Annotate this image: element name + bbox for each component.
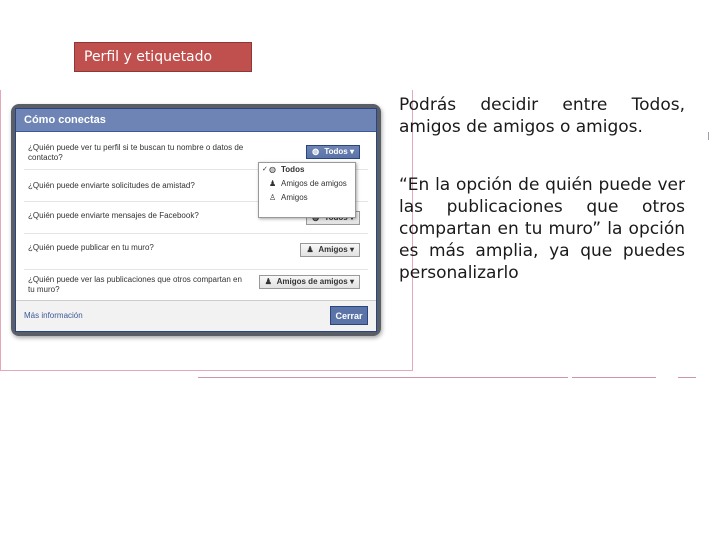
privacy-select-button[interactable]: ♟ Amigos ▾ [300, 243, 360, 257]
frame-left-line [0, 90, 1, 370]
dialog-footer: Más información Cerrar [16, 300, 376, 331]
chevron-down-icon: ▾ [349, 147, 354, 156]
divider-line [678, 377, 696, 378]
privacy-select-button[interactable]: ◍ Todos ▾ [306, 145, 360, 159]
globe-icon: ◍ [312, 147, 320, 156]
privacy-select-value: Todos [324, 147, 348, 156]
slide-title: Perfil y etiquetado [74, 42, 252, 72]
privacy-dropdown-menu: ✓ ◍ Todos ♟ Amigos de amigos ♙ Amigos [258, 162, 356, 218]
dropdown-option-label: Todos [281, 165, 305, 174]
checkmark-icon: ✓ [262, 166, 268, 173]
dropdown-option[interactable]: ✓ ◍ Todos [259, 163, 355, 177]
more-info-link[interactable]: Más información [24, 311, 83, 320]
people-icon: ♟ [264, 277, 272, 286]
close-button[interactable]: Cerrar [330, 306, 368, 325]
frame-bottom-line [0, 370, 413, 371]
dialog-header: Cómo conectas [16, 109, 376, 132]
chevron-down-icon: ▾ [349, 245, 354, 254]
person-icon: ♙ [269, 193, 277, 202]
people-icon: ♟ [269, 179, 277, 188]
body-paragraph: “En la opción de quién puede ver las pub… [399, 175, 685, 283]
privacy-question: ¿Quién puede publicar en tu muro? [28, 243, 154, 252]
dropdown-option-label: Amigos [281, 193, 308, 202]
divider-line [572, 377, 656, 378]
privacy-question: ¿Quién puede enviarte solicitudes de ami… [28, 181, 195, 190]
privacy-dialog: Cómo conectas ¿Quién puede ver tu perfil… [11, 104, 381, 336]
dropdown-option[interactable]: ♙ Amigos [259, 191, 355, 205]
globe-icon: ◍ [269, 165, 276, 174]
body-paragraph: Podrás decidir entre Todos, amigos de am… [399, 95, 685, 137]
privacy-select-value: Amigos de amigos [276, 277, 348, 286]
privacy-row: ¿Quién puede publicar en tu muro? ♟ Amig… [24, 235, 368, 270]
dropdown-option-label: Amigos de amigos [281, 179, 347, 188]
privacy-question: ¿Quién puede ver tu perfil si te buscan … [28, 143, 244, 162]
divider-line [198, 377, 568, 378]
chevron-down-icon: ▾ [349, 277, 354, 286]
privacy-question: ¿Quién puede ver las publicaciones que o… [28, 275, 242, 294]
people-icon: ♟ [306, 245, 314, 254]
privacy-select-button[interactable]: ♟ Amigos de amigos ▾ [258, 275, 360, 289]
frame-tick [708, 132, 709, 140]
privacy-question: ¿Quién puede enviarte mensajes de Facebo… [28, 211, 199, 220]
dropdown-option[interactable]: ♟ Amigos de amigos [259, 177, 355, 191]
privacy-row: ¿Quién puede ver las publicaciones que o… [24, 271, 368, 301]
privacy-select-value: Amigos [318, 245, 348, 254]
